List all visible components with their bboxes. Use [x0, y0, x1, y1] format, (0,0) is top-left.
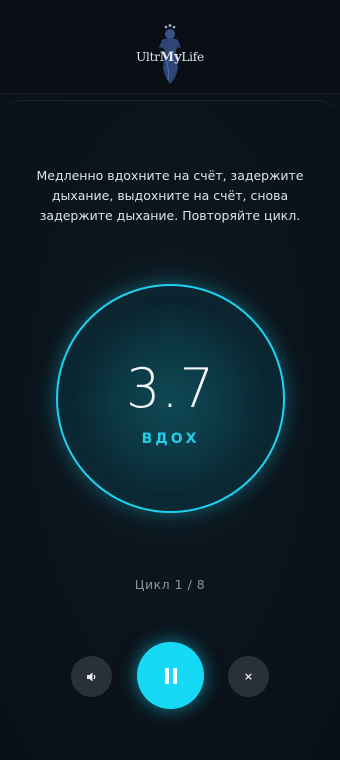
timer-value: 3.7 — [126, 357, 215, 420]
speaker-icon — [86, 672, 95, 681]
close-icon: × — [243, 670, 254, 683]
phase-label: ВДОХ — [141, 431, 200, 447]
cycle-counter: Цикл 1 / 8 — [134, 577, 206, 592]
pause-button[interactable] — [137, 642, 204, 709]
close-button[interactable]: × — [228, 656, 269, 697]
app-logo[interactable]: UltrMyLife — [132, 22, 208, 88]
exercise-instructions: Медленно вдохните на счёт, задержите дых… — [36, 168, 304, 223]
sound-button[interactable] — [71, 656, 112, 697]
pause-icon — [164, 667, 177, 684]
logo-text: UltrMyLife — [136, 50, 204, 65]
app-header: UltrMyLife — [0, 0, 340, 94]
